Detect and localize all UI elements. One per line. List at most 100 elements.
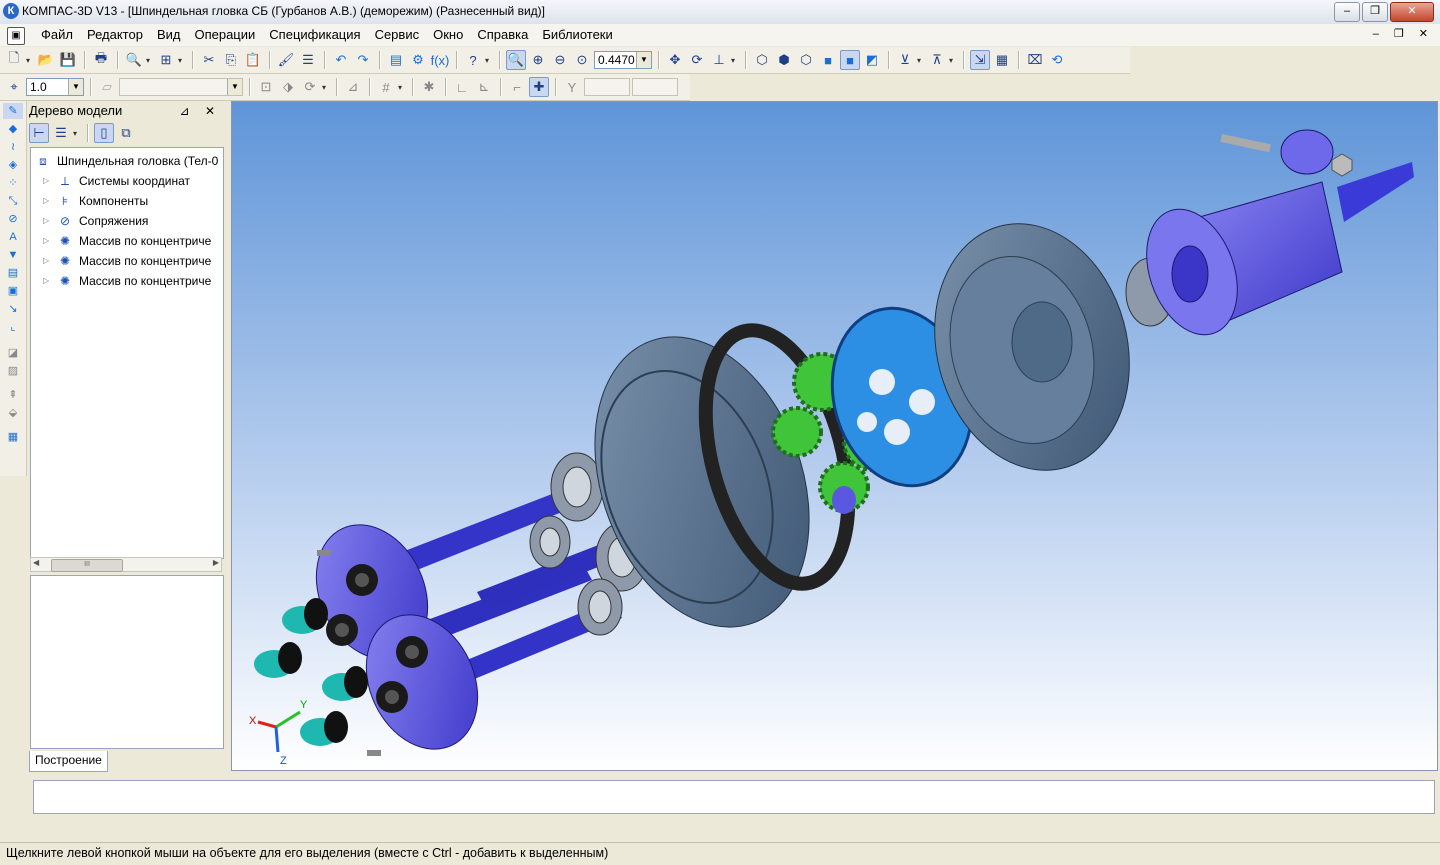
plane-icon[interactable]: ⊿ bbox=[343, 77, 363, 97]
tree-node-circular-array[interactable]: ▷ ✺ Массив по концентриче bbox=[43, 252, 211, 270]
ortho-icon[interactable]: ∟ bbox=[452, 77, 472, 97]
dropdown-arrow-icon[interactable]: ▾ bbox=[485, 56, 493, 65]
rotate-component-icon[interactable]: ⬙ bbox=[3, 405, 23, 421]
library-icon[interactable]: ▦ bbox=[992, 50, 1012, 70]
menu-item[interactable]: Файл bbox=[34, 27, 80, 43]
expand-arrow-icon[interactable]: ▷ bbox=[43, 192, 51, 210]
filter-icon[interactable]: ⊻ bbox=[895, 50, 915, 70]
dropdown-arrow-icon[interactable]: ▾ bbox=[949, 56, 957, 65]
grid-icon[interactable]: # bbox=[376, 77, 396, 97]
measure-icon[interactable]: A bbox=[3, 229, 23, 245]
expand-arrow-icon[interactable]: ▷ bbox=[43, 172, 51, 190]
normal-icon[interactable]: ⊾ bbox=[474, 77, 494, 97]
elements-icon[interactable]: ⌞ bbox=[3, 319, 23, 335]
expand-arrow-icon[interactable]: ▷ bbox=[43, 212, 51, 230]
mates-icon[interactable]: ⊘ bbox=[3, 211, 23, 227]
insert-icon[interactable]: ◪ bbox=[3, 345, 23, 361]
cut-icon[interactable]: ✂ bbox=[199, 50, 219, 70]
scroll-right-icon[interactable]: ▶ bbox=[213, 558, 219, 567]
dropdown-arrow-icon[interactable]: ▾ bbox=[73, 129, 81, 138]
paste-icon[interactable]: 📋 bbox=[243, 50, 263, 70]
tree-structure-icon[interactable]: ⊢ bbox=[29, 123, 49, 143]
new-file-icon[interactable]: 🗋 bbox=[4, 50, 24, 70]
preview-icon[interactable]: 🔍 bbox=[124, 50, 144, 70]
redo-icon[interactable]: ↷ bbox=[353, 50, 373, 70]
close-icon[interactable]: ✕ bbox=[205, 104, 221, 118]
zoom-in-icon[interactable]: ⊕ bbox=[528, 50, 548, 70]
scroll-left-icon[interactable]: ◀ bbox=[33, 558, 39, 567]
print-icon[interactable]: 🖶 bbox=[91, 50, 111, 70]
dropdown-arrow-icon[interactable]: ▾ bbox=[731, 56, 739, 65]
show-tree-icon[interactable]: ▯ bbox=[94, 123, 114, 143]
tree-horizontal-scrollbar[interactable]: ◀ III ▶ bbox=[30, 557, 222, 572]
dropdown-arrow-icon[interactable]: ▾ bbox=[398, 83, 406, 92]
snap-icon[interactable]: ✱ bbox=[419, 77, 439, 97]
chevron-down-icon[interactable]: ▼ bbox=[636, 52, 651, 68]
component-icon[interactable]: ▨ bbox=[3, 363, 23, 379]
separate-window-icon[interactable]: ⧉ bbox=[116, 123, 136, 143]
solid-icon[interactable]: ◆ bbox=[3, 121, 23, 137]
tree-root[interactable]: ⧈ Шпиндельная головка (Тел-0 bbox=[35, 152, 218, 170]
rotate-icon[interactable]: ⟳ bbox=[687, 50, 707, 70]
expand-arrow-icon[interactable]: ▷ bbox=[43, 272, 51, 290]
reports-icon[interactable]: ▣ bbox=[3, 283, 23, 299]
expand-arrow-icon[interactable]: ▷ bbox=[43, 252, 51, 270]
zoom-level-combobox[interactable]: 0.4470 ▼ bbox=[594, 51, 652, 69]
properties-bar[interactable] bbox=[33, 780, 1435, 814]
shaded-edges-icon[interactable]: ■ bbox=[840, 50, 860, 70]
edit-component-icon[interactable]: ⬗ bbox=[278, 77, 298, 97]
tree-view-icon[interactable]: ☰ bbox=[51, 123, 71, 143]
menu-item[interactable]: Спецификация bbox=[262, 27, 367, 43]
assembly-icon[interactable]: ▦ bbox=[3, 429, 23, 445]
step-combobox[interactable]: 1.0 ▼ bbox=[26, 78, 84, 96]
rotate-view-icon[interactable]: ⟳ bbox=[300, 77, 320, 97]
tab-construction[interactable]: Построение bbox=[29, 751, 108, 772]
pin-icon[interactable]: ⊿ bbox=[180, 104, 196, 118]
spec-panel-icon[interactable]: ▤ bbox=[3, 265, 23, 281]
dropdown-arrow-icon[interactable]: ▾ bbox=[178, 56, 186, 65]
tree-toggle-icon[interactable]: ⇲ bbox=[970, 50, 990, 70]
menu-item[interactable]: Сервис bbox=[368, 27, 427, 43]
tree-node-mates[interactable]: ▷ ⊘ Сопряжения bbox=[43, 212, 148, 230]
mdi-window-controls[interactable]: ‒ ❐ ✕ bbox=[1373, 27, 1434, 40]
document-icon[interactable]: ▣ bbox=[7, 27, 25, 45]
chevron-down-icon[interactable]: ▼ bbox=[68, 79, 83, 95]
dropdown-arrow-icon[interactable]: ▾ bbox=[322, 83, 330, 92]
menu-item[interactable]: Окно bbox=[426, 27, 470, 43]
minimize-button[interactable]: ‒ bbox=[1334, 2, 1360, 22]
thin-hidden-lines-icon[interactable]: ⬡ bbox=[796, 50, 816, 70]
variables-icon[interactable]: ⚙ bbox=[408, 50, 428, 70]
menu-item[interactable]: Справка bbox=[470, 27, 535, 43]
tree-node-circular-array[interactable]: ▷ ✺ Массив по концентриче bbox=[43, 272, 211, 290]
refresh-icon[interactable]: ⟲ bbox=[1047, 50, 1067, 70]
zoom-window-icon[interactable]: 🔍 bbox=[506, 50, 526, 70]
perspective-icon[interactable]: ◩ bbox=[862, 50, 882, 70]
sketch-icon[interactable]: ⊡ bbox=[256, 77, 276, 97]
manager-icon[interactable]: ▤ bbox=[386, 50, 406, 70]
zoom-scale-icon[interactable]: ⊙ bbox=[572, 50, 592, 70]
format-brush-icon[interactable]: 🖌 bbox=[276, 50, 296, 70]
exploded-assembly-model[interactable]: X Y Z bbox=[232, 102, 1438, 771]
menu-item[interactable]: Вид bbox=[150, 27, 188, 43]
spec-icon[interactable]: ⌧ bbox=[1025, 50, 1045, 70]
dropdown-arrow-icon[interactable]: ▾ bbox=[917, 56, 925, 65]
tree-node-circular-array[interactable]: ▷ ✺ Массив по концентриче bbox=[43, 232, 211, 250]
filters-icon[interactable]: ▼ bbox=[3, 247, 23, 263]
zoom-out-icon[interactable]: ⊖ bbox=[550, 50, 570, 70]
dropdown-arrow-icon[interactable]: ▾ bbox=[146, 56, 154, 65]
menu-item[interactable]: Операции bbox=[187, 27, 262, 43]
model-viewport[interactable]: X Y Z bbox=[231, 101, 1438, 771]
tree-node-components[interactable]: ▷ ⊧ Компоненты bbox=[43, 192, 148, 210]
menu-item[interactable]: Библиотеки bbox=[535, 27, 619, 43]
orientation-icon[interactable]: ⊥ bbox=[709, 50, 729, 70]
wireframe-icon[interactable]: ⬡ bbox=[752, 50, 772, 70]
open-file-icon[interactable]: 📂 bbox=[36, 50, 56, 70]
copy-icon[interactable]: ⎘ bbox=[221, 50, 241, 70]
menu-item[interactable]: Редактор bbox=[80, 27, 150, 43]
dropdown-arrow-icon[interactable]: ▾ bbox=[26, 56, 34, 65]
function-icon[interactable]: f(x) bbox=[430, 50, 450, 70]
move-icon[interactable]: ⇞ bbox=[3, 387, 23, 403]
maximize-button[interactable]: ❐ bbox=[1362, 2, 1388, 22]
properties-icon[interactable]: ☰ bbox=[298, 50, 318, 70]
tree-node-coordinate-systems[interactable]: ▷ ⟂ Системы координат bbox=[43, 172, 190, 190]
